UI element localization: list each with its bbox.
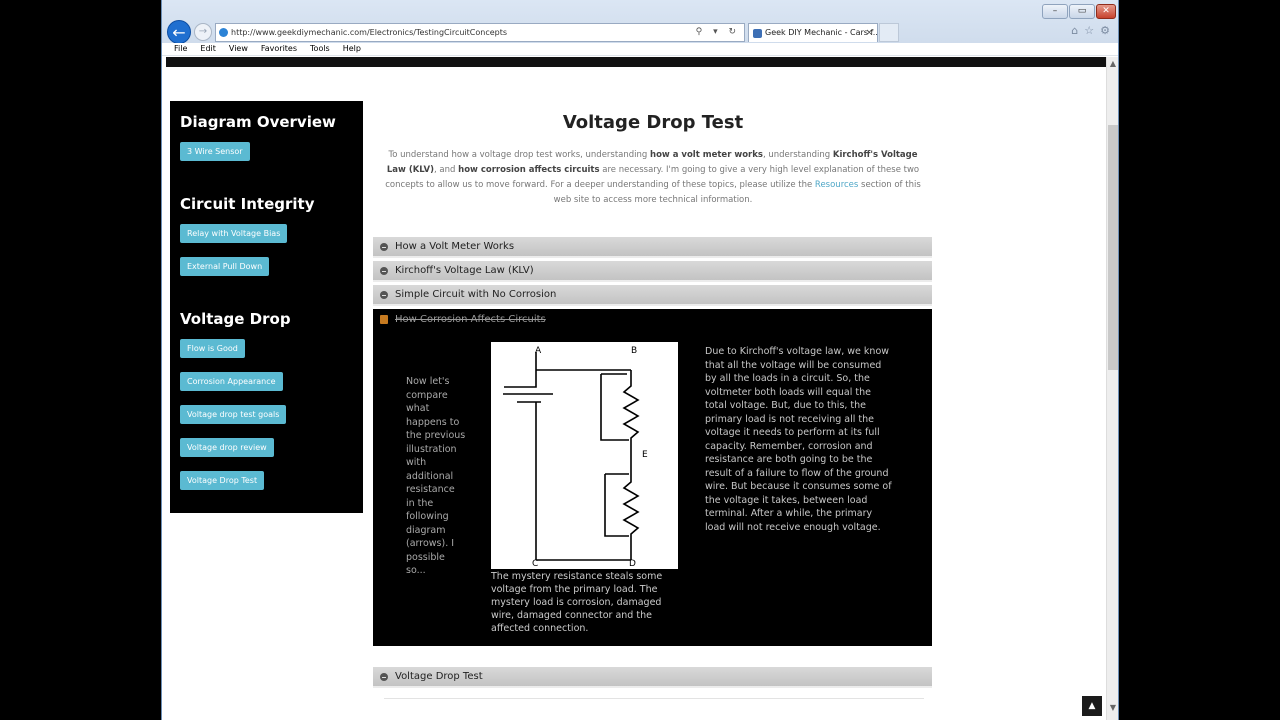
panel-right-text: Due to Kirchoff's voltage law, we know t…	[705, 346, 892, 533]
close-window-button[interactable]: ✕	[1096, 4, 1116, 19]
intro-text: To understand how a voltage drop test wo…	[388, 150, 651, 160]
accordion-label: How a Volt Meter Works	[395, 241, 515, 252]
expanded-square-icon	[380, 315, 388, 324]
menu-edit[interactable]: Edit	[200, 43, 216, 55]
sidebar-item-flow-is-good[interactable]: Flow is Good	[180, 339, 245, 358]
diagram-label-a: A	[535, 346, 542, 356]
tab-title: Geek DIY Mechanic - Cars f...	[765, 28, 878, 37]
resources-link[interactable]: Resources	[815, 180, 858, 190]
tab-geek-diy-mechanic[interactable]: Geek DIY Mechanic - Cars f... ×	[748, 23, 878, 42]
tab-close-icon[interactable]: ×	[865, 24, 873, 42]
sidebar-item-3-wire-sensor[interactable]: 3 Wire Sensor	[180, 142, 250, 161]
collapsed-circle-icon	[380, 291, 388, 299]
menu-tools[interactable]: Tools	[310, 43, 330, 55]
forward-arrow-icon: →	[198, 26, 208, 37]
menu-bar: File Edit View Favorites Tools Help	[162, 43, 1118, 56]
accordion-open-label: How Corrosion Affects Circuits	[395, 314, 546, 325]
back-to-top-button[interactable]: ▲	[1082, 696, 1102, 716]
sidebar-item-voltage-drop-test[interactable]: Voltage Drop Test	[180, 471, 265, 490]
address-url[interactable]: http://www.geekdiymechanic.com/Electroni…	[231, 24, 507, 41]
accordion-panel-how-corrosion-affects-circuits: How Corrosion Affects Circuits Now let's…	[373, 309, 932, 646]
minimize-button[interactable]: –	[1042, 4, 1068, 19]
diagram-label-e: E	[642, 450, 648, 460]
address-bar[interactable]: http://www.geekdiymechanic.com/Electroni…	[215, 23, 745, 42]
sidebar-item-voltage-drop-review[interactable]: Voltage drop review	[180, 438, 274, 457]
page-title: Voltage Drop Test	[562, 112, 744, 133]
menu-file[interactable]: File	[174, 43, 187, 55]
diagram-label-d: D	[629, 559, 636, 569]
sidebar-section-voltage-drop: Voltage Drop Flow is Good Corrosion Appe…	[180, 310, 353, 504]
vertical-scrollbar[interactable]: ▲ ▼	[1106, 57, 1118, 720]
accordion-simple-circuit-no-corrosion[interactable]: Simple Circuit with No Corrosion	[373, 285, 932, 306]
main-content: Voltage Drop Test To understand how a vo…	[374, 112, 932, 208]
favorites-star-icon[interactable]: ☆	[1084, 24, 1094, 37]
accordion-label: Kirchoff's Voltage Law (KLV)	[395, 265, 534, 276]
diagram-caption: The mystery resistance steals some volta…	[491, 571, 663, 634]
intro-paragraph: To understand how a voltage drop test wo…	[374, 148, 932, 208]
accordion-kirchoffs-voltage-law[interactable]: Kirchoff's Voltage Law (KLV)	[373, 261, 932, 282]
browser-titlebar: ← → http://www.geekdiymechanic.com/Elect…	[162, 0, 1118, 44]
sidebar-heading: Diagram Overview	[180, 113, 336, 131]
diagram-label-b: B	[631, 346, 637, 356]
browser-window: ← → http://www.geekdiymechanic.com/Elect…	[161, 0, 1119, 720]
accordion-label: Simple Circuit with No Corrosion	[395, 289, 557, 300]
sidebar-heading: Voltage Drop	[180, 310, 291, 328]
page-favicon-icon	[219, 28, 228, 37]
intro-bold-corrosion: how corrosion affects circuits	[458, 165, 600, 175]
new-tab-button[interactable]	[879, 23, 899, 42]
scroll-down-icon[interactable]: ▼	[1107, 703, 1118, 712]
panel-left-text: Now let's compare what happens to the pr…	[406, 376, 466, 576]
window-controls: – ▭ ✕	[1042, 4, 1116, 19]
toolbar-icons: ⌂ ☆ ⚙	[1071, 24, 1110, 37]
content-divider	[384, 698, 924, 699]
sidebar-item-relay-with-voltage-bias[interactable]: Relay with Voltage Bias	[180, 224, 288, 243]
intro-bold-volt-meter: how a volt meter works	[650, 150, 763, 160]
collapsed-circle-icon	[380, 243, 388, 251]
collapsed-circle-icon	[380, 267, 388, 275]
diagram-label-c: C	[532, 559, 538, 569]
menu-help[interactable]: Help	[343, 43, 361, 55]
home-icon[interactable]: ⌂	[1071, 24, 1078, 37]
collapsed-circle-icon	[380, 673, 388, 681]
accordion-label: Voltage Drop Test	[395, 671, 483, 682]
sidebar-section-circuit-integrity: Circuit Integrity Relay with Voltage Bia…	[180, 195, 353, 290]
sidebar-item-voltage-drop-test-goals[interactable]: Voltage drop test goals	[180, 405, 287, 424]
intro-text: , and	[434, 165, 459, 175]
maximize-button[interactable]: ▭	[1069, 4, 1095, 19]
settings-gear-icon[interactable]: ⚙	[1100, 24, 1110, 37]
sidebar-section-diagram-overview: Diagram Overview 3 Wire Sensor	[180, 113, 353, 175]
sidebar-heading: Circuit Integrity	[180, 195, 315, 213]
sidebar-item-corrosion-appearance[interactable]: Corrosion Appearance	[180, 372, 283, 391]
scroll-up-icon[interactable]: ▲	[1107, 59, 1118, 68]
site-header-strip	[166, 57, 1106, 67]
accordion-open-header[interactable]: How Corrosion Affects Circuits	[373, 309, 932, 331]
accordion-how-a-volt-meter-works[interactable]: How a Volt Meter Works	[373, 237, 932, 258]
sidebar: Diagram Overview 3 Wire Sensor Circuit I…	[170, 101, 363, 513]
back-arrow-icon: ←	[172, 23, 186, 42]
sidebar-item-external-pull-down[interactable]: External Pull Down	[180, 257, 270, 276]
menu-favorites[interactable]: Favorites	[261, 43, 297, 55]
circuit-diagram: A B C D E	[491, 342, 678, 569]
accordion-voltage-drop-test[interactable]: Voltage Drop Test	[373, 667, 932, 688]
circuit-diagram-svg: A B C D E	[503, 346, 648, 569]
scroll-thumb[interactable]	[1108, 125, 1118, 370]
forward-button[interactable]: →	[194, 23, 212, 41]
back-button[interactable]: ←	[167, 20, 191, 44]
address-actions-icon[interactable]: ⚲ ▾ ↻	[696, 24, 740, 41]
intro-text: , understanding	[762, 150, 833, 160]
tab-favicon-icon	[753, 29, 762, 38]
menu-view[interactable]: View	[229, 43, 248, 55]
